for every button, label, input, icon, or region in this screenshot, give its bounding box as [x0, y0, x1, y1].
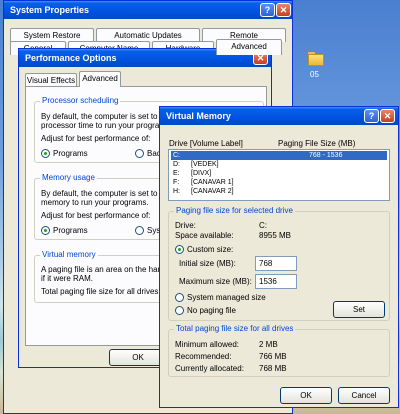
currently-allocated-value: 768 MB: [259, 364, 287, 373]
initial-size-label: Initial size (MB):: [179, 259, 236, 268]
tab-automatic-updates[interactable]: Automatic Updates: [96, 28, 200, 42]
no-paging-file-label: No paging file: [187, 306, 236, 315]
window-title: Virtual Memory: [166, 111, 231, 121]
paging-size: 768 - 1536: [309, 152, 343, 159]
tab-advanced[interactable]: Advanced: [79, 71, 121, 87]
desktop-folder-icon[interactable]: [308, 52, 324, 66]
group-title: Total paging file size for all drives: [174, 324, 296, 333]
group-title: Paging file size for selected drive: [174, 206, 295, 215]
total-paging-label: Total paging file size for all drives:: [41, 287, 161, 296]
volume-label: [DIVX]: [191, 170, 212, 177]
no-paging-file-radio[interactable]: [175, 306, 184, 315]
system-managed-label: System managed size: [187, 293, 266, 302]
maximum-size-input[interactable]: 1536: [255, 274, 297, 289]
programs-radio[interactable]: [41, 226, 50, 235]
adjust-label: Adjust for best performance of:: [41, 134, 151, 143]
tab-visual-effects[interactable]: Visual Effects: [25, 73, 77, 87]
set-button[interactable]: Set: [333, 301, 385, 318]
system-properties-titlebar[interactable]: System Properties: [4, 1, 292, 19]
drive-label: Drive:: [175, 221, 196, 230]
adjust-label: Adjust for best performance of:: [41, 211, 151, 220]
custom-size-radio[interactable]: [175, 245, 184, 254]
recommended-value: 766 MB: [259, 352, 287, 361]
maximum-size-label: Maximum size (MB):: [179, 277, 252, 286]
initial-size-input[interactable]: 768: [255, 256, 297, 271]
recommended-label: Recommended:: [175, 352, 232, 361]
group-title: Memory usage: [40, 173, 97, 182]
window-title: Performance Options: [25, 53, 117, 63]
group-title: Virtual memory: [40, 250, 98, 259]
ok-button[interactable]: OK: [280, 387, 332, 404]
list-item[interactable]: F: [CANAVAR 1]: [171, 178, 387, 187]
selected-drive-group: Paging file size for selected drive Driv…: [168, 206, 390, 321]
drive-letter: D:: [173, 161, 180, 168]
help-button[interactable]: ?: [364, 109, 379, 123]
description-text: memory to run your programs.: [41, 198, 149, 207]
drive-value: C:: [259, 221, 267, 230]
description-text: processor time to run your program: [41, 121, 166, 130]
list-item[interactable]: C: 768 - 1536: [171, 151, 387, 160]
list-item[interactable]: H: [CANAVAR 2]: [171, 187, 387, 196]
drive-letter: E:: [173, 170, 180, 177]
tab-system-restore[interactable]: System Restore: [10, 28, 94, 42]
virtual-memory-dialog: Virtual Memory ? ✕ Drive [Volume Label] …: [159, 106, 399, 408]
drive-letter: F:: [173, 179, 180, 186]
virtual-memory-titlebar[interactable]: Virtual Memory: [160, 107, 398, 125]
drive-column-header: Drive [Volume Label]: [169, 139, 243, 148]
window-title: System Properties: [10, 5, 90, 15]
programs-label: Programs: [53, 226, 88, 235]
volume-label: [CANAVAR 2]: [191, 188, 234, 195]
drive-letter: H:: [173, 188, 180, 195]
minimum-allowed-value: 2 MB: [259, 340, 278, 349]
currently-allocated-label: Currently allocated:: [175, 364, 244, 373]
minimum-allowed-label: Minimum allowed:: [175, 340, 240, 349]
list-item[interactable]: D: [VEDEK]: [171, 160, 387, 169]
programs-radio[interactable]: [41, 149, 50, 158]
space-available-value: 8955 MB: [259, 231, 292, 240]
help-button[interactable]: ?: [260, 3, 275, 17]
system-managed-radio[interactable]: [175, 293, 184, 302]
system-cache-radio[interactable]: [135, 226, 144, 235]
description-text: if it were RAM.: [41, 274, 94, 283]
volume-label: [VEDEK]: [191, 161, 219, 168]
close-button[interactable]: ✕: [380, 109, 395, 123]
programs-label: Programs: [53, 149, 88, 158]
desktop-folder-label: 05: [310, 70, 319, 79]
paging-size-column-header: Paging File Size (MB): [278, 139, 356, 148]
volume-label: [CANAVAR 1]: [191, 179, 234, 186]
total-paging-group: Total paging file size for all drives Mi…: [168, 324, 390, 377]
drive-list[interactable]: C: 768 - 1536 D: [VEDEK] E: [DIVX] F: [C…: [168, 149, 390, 201]
space-available-label: Space available:: [175, 231, 234, 240]
group-title: Processor scheduling: [40, 96, 121, 105]
tab-advanced[interactable]: Advanced: [216, 39, 282, 55]
drive-letter: C:: [173, 152, 180, 159]
custom-size-label: Custom size:: [187, 245, 234, 254]
background-services-radio[interactable]: [135, 149, 144, 158]
cancel-button[interactable]: Cancel: [338, 387, 390, 404]
list-item[interactable]: E: [DIVX]: [171, 169, 387, 178]
close-button[interactable]: ✕: [276, 3, 291, 17]
